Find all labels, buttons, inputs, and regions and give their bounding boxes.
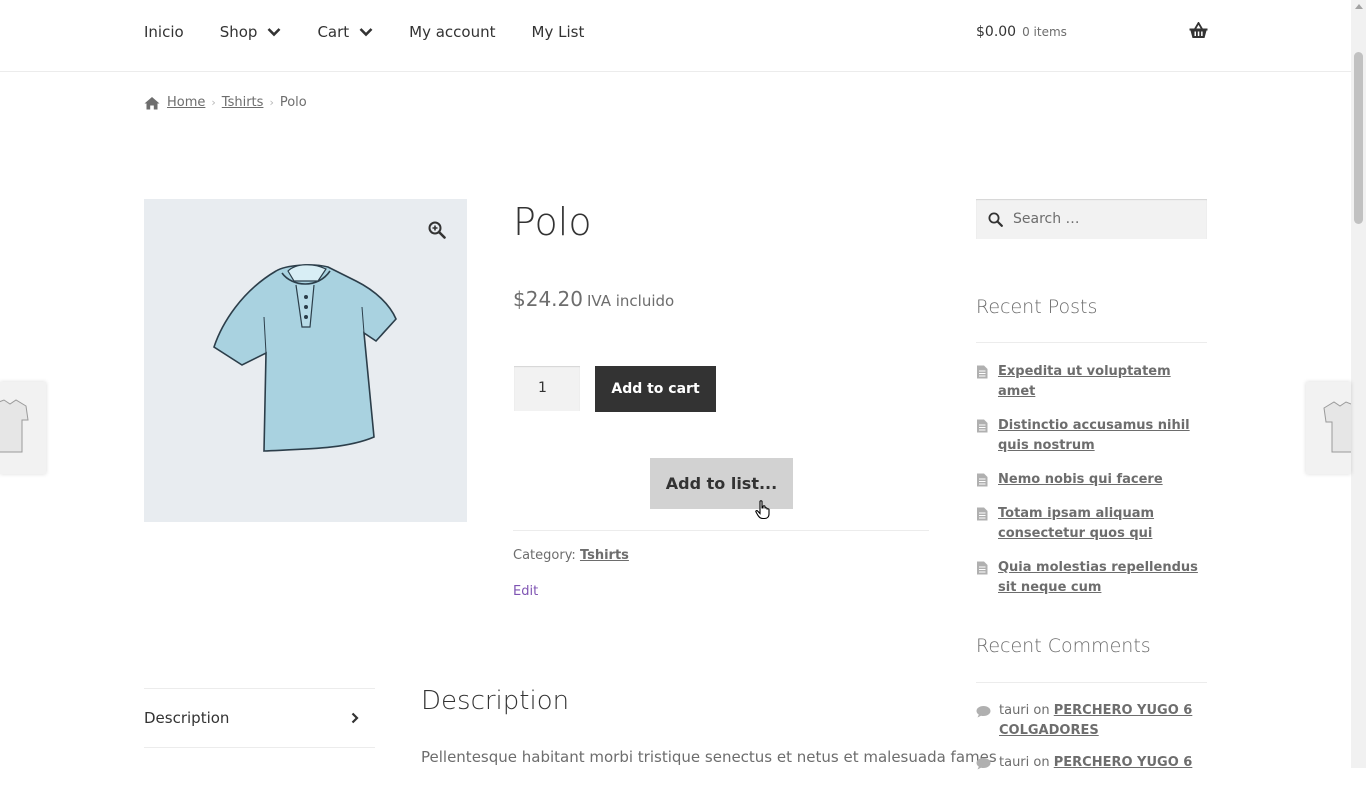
list-item: Quia molestias repellendus sit neque cum [976,558,1207,598]
nav-label: My account [409,22,496,41]
category-link[interactable]: Tshirts [580,548,629,563]
comment-author: tauri [999,703,1030,718]
recent-post-link[interactable]: Totam ipsam aliquam consectetur quos qui [998,504,1207,544]
site-header: Inicio Shop Cart My account My List $0.0… [0,0,1351,72]
widget-divider [976,682,1207,683]
nav-item-my-account[interactable]: My account [409,23,495,41]
document-icon [977,507,988,521]
chevron-right-icon [351,712,359,724]
list-item: Expedita ut voluptatem amet [976,362,1207,402]
nav-item-inicio[interactable]: Inicio [144,23,184,41]
breadcrumb-separator-icon: › [211,96,216,109]
tab-label: Description [144,709,230,727]
search-icon [988,212,1003,227]
breadcrumb: Home › Tshirts › Polo [144,95,307,110]
list-item: tauri on PERCHERO YUGO 6 COLGADORES [976,701,1207,741]
document-icon [977,561,988,575]
list-item: Nemo nobis qui facere [976,470,1207,490]
cart-item-count: 0 items [1022,24,1067,39]
document-icon [977,365,988,379]
add-to-list-button[interactable]: Add to list... [650,458,793,509]
price-amount: $24.20 [513,287,583,311]
product-price: $24.20 IVA incluido [513,287,674,311]
tab-description[interactable]: Description [144,688,375,748]
hand-cursor-icon [755,500,770,520]
recent-post-link[interactable]: Nemo nobis qui facere [998,470,1163,490]
comment-bubble-icon [976,706,991,718]
tshirt-thumbnail-icon [1323,401,1357,453]
page-scrollbar[interactable] [1351,0,1366,768]
search-form [976,199,1207,239]
recent-comments-list: tauri on PERCHERO YUGO 6 COLGADORES taur… [976,701,1207,785]
nav-item-my-list[interactable]: My List [532,23,585,41]
comment-entry: tauri on PERCHERO YUGO 6 COLGADORES [999,701,1207,741]
scroll-up-arrow-icon[interactable] [1355,4,1363,9]
recent-posts-list: Expedita ut voluptatem amet Distinctio a… [976,362,1207,612]
scrollbar-thumb[interactable] [1354,52,1363,224]
breadcrumb-home-link[interactable]: Home [167,95,205,110]
breadcrumb-current: Polo [279,95,307,110]
add-to-cart-button[interactable]: Add to cart [595,366,716,412]
mini-cart[interactable]: $0.00 0 items [976,0,1208,63]
list-item: tauri on PERCHERO YUGO 6 [976,753,1207,773]
widget-divider [976,342,1207,343]
product-image[interactable] [144,199,467,522]
recent-posts-heading: Recent Posts [976,296,1098,318]
list-item: Distinctio accusamus nihil quis nostrum [976,416,1207,456]
comment-entry: tauri on PERCHERO YUGO 6 [999,753,1192,773]
comment-bubble-icon [976,758,991,770]
recent-post-link[interactable]: Quia molestias repellendus sit neque cum [998,558,1207,598]
previous-product-link[interactable] [0,382,46,474]
edit-link[interactable]: Edit [513,584,538,599]
tax-note: IVA incluido [586,292,675,310]
zoom-in-icon[interactable] [428,221,446,239]
product-title: Polo [513,200,592,244]
recent-post-link[interactable]: Distinctio accusamus nihil quis nostrum [998,416,1207,456]
cart-amount: $0.00 [976,23,1017,40]
nav-label: My List [531,22,585,41]
category-label: Category: [513,548,576,563]
breadcrumb-separator-icon: › [269,96,274,109]
tshirt-thumbnail-icon [0,399,29,453]
comment-on: on [1033,703,1050,718]
nav-label: Inicio [144,22,184,41]
nav-label: Shop [219,22,258,41]
basket-icon [1189,22,1208,38]
chevron-down-icon [268,27,281,36]
product-category: Category: Tshirts [513,548,629,563]
breadcrumb-category-link[interactable]: Tshirts [222,95,264,110]
search-input[interactable] [1011,210,1195,228]
recent-post-link[interactable]: Expedita ut voluptatem amet [998,362,1207,402]
document-icon [977,419,988,433]
nav-item-cart[interactable]: Cart [317,23,373,41]
meta-divider [513,530,929,531]
home-icon [144,96,160,109]
polo-shirt-image [213,264,397,452]
nav-label: Cart [317,22,350,41]
list-item: Totam ipsam aliquam consectetur quos qui [976,504,1207,544]
recent-comments-heading: Recent Comments [976,635,1151,657]
description-text: Pellentesque habitant morbi tristique se… [421,748,997,766]
next-product-link[interactable] [1306,382,1357,474]
quantity-input[interactable]: 1 [514,366,580,411]
product-tabs: Description [144,688,375,748]
chevron-down-icon [359,27,373,36]
document-icon [977,473,988,487]
primary-navigation: Inicio Shop Cart My account My List [144,0,620,63]
description-heading: Description [421,686,570,716]
nav-item-shop[interactable]: Shop [220,23,282,41]
